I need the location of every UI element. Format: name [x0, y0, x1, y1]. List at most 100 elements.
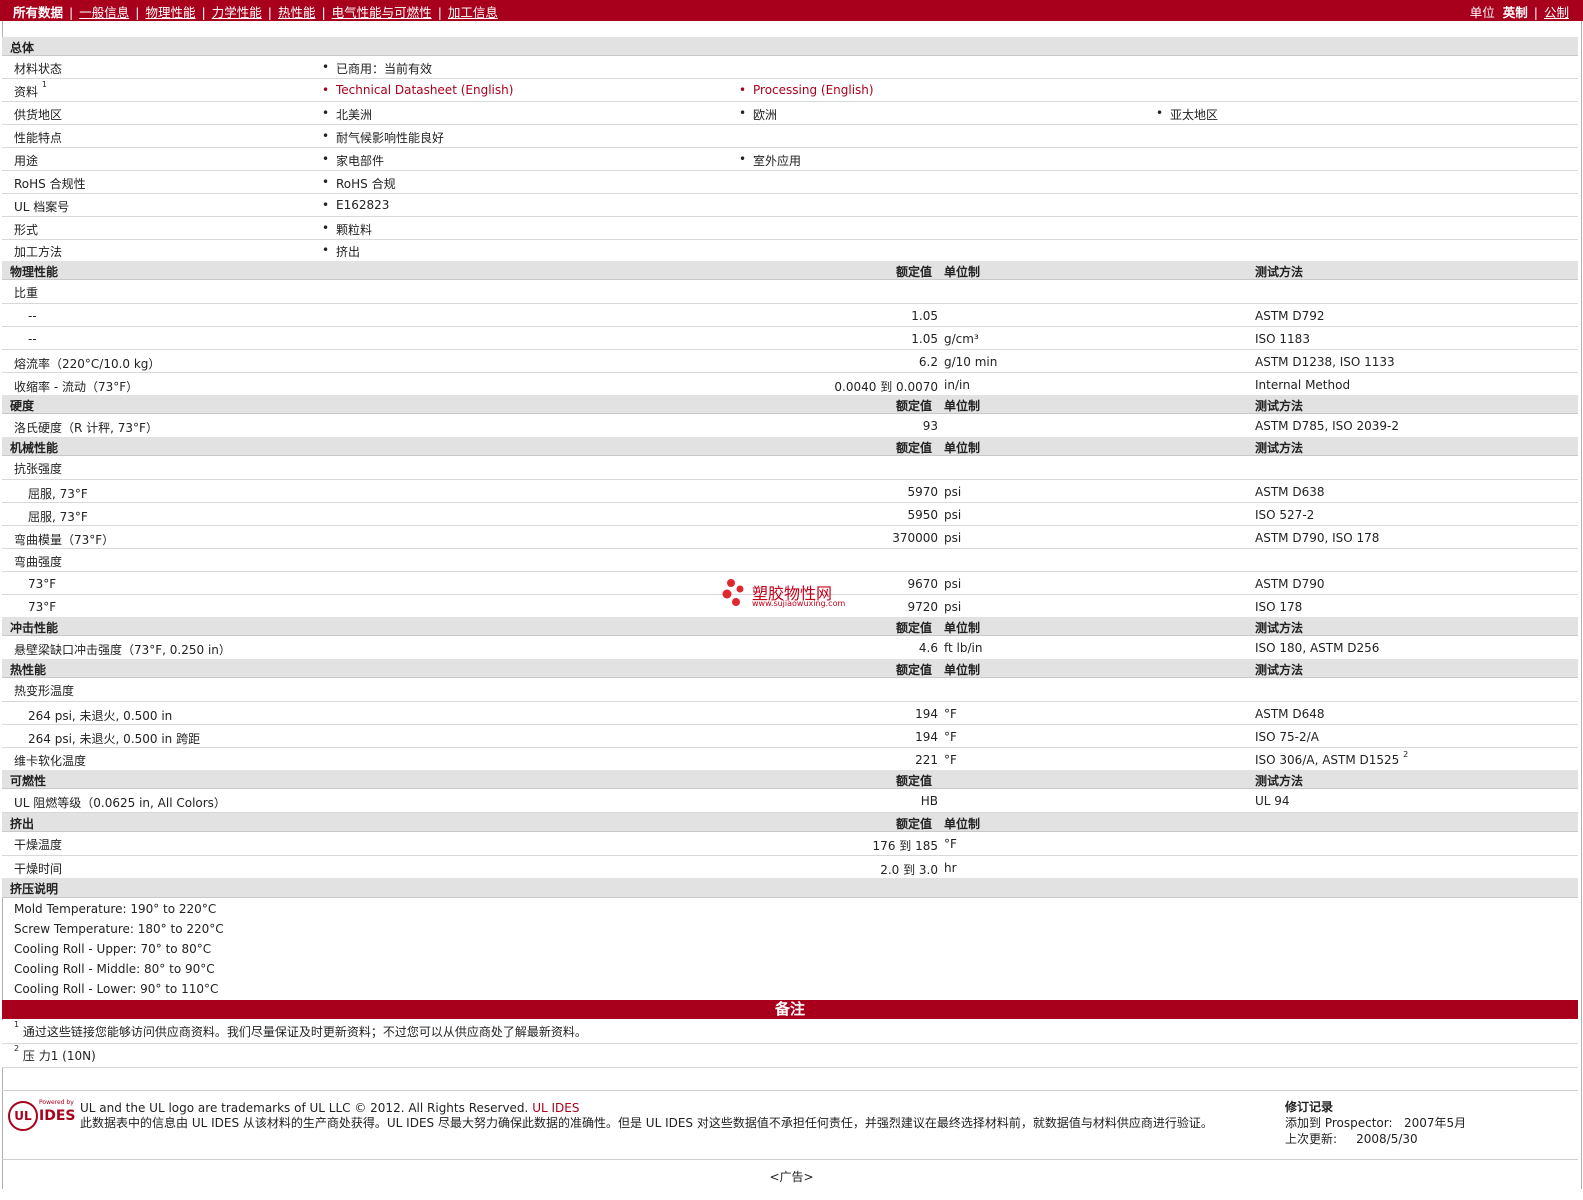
notes-header: 备注: [2, 1000, 1578, 1019]
property-method: UL 94: [1255, 794, 1290, 808]
powered-by-label: Powered by: [39, 1099, 74, 1106]
footer-text: UL and the UL logo are trademarks of UL …: [80, 1101, 1260, 1131]
section-title: 挤压说明: [10, 882, 59, 896]
nav-general-info[interactable]: 一般信息: [79, 5, 129, 20]
property-value: 176 到 185: [872, 839, 938, 853]
property-label: 屈服, 73°F: [28, 487, 88, 501]
property-value: 221: [915, 753, 938, 767]
unit-metric-link[interactable]: 公制: [1544, 5, 1569, 20]
property-label: UL 阻燃等级（0.0625 in, All Colors）: [14, 796, 226, 810]
extrusion-note-line: Cooling Roll - Upper: 70° to 80°C: [14, 942, 212, 956]
property-label: 悬壁梁缺口冲击强度（73°F, 0.250 in）: [14, 643, 231, 657]
row-label: 性能特点: [14, 131, 63, 145]
row-label: 资料 1: [14, 80, 47, 100]
nav-thermal[interactable]: 热性能: [278, 5, 316, 20]
section-title: 硬度: [10, 399, 35, 413]
row-label: 形式: [14, 223, 39, 237]
property-row: 比重: [2, 280, 1578, 304]
property-label: 比重: [14, 286, 39, 300]
property-label: 热变形温度: [14, 684, 75, 698]
property-method: ASTM D790: [1255, 577, 1325, 591]
property-method: ISO 75-2/A: [1255, 730, 1319, 744]
row-value: 北美洲: [322, 106, 372, 123]
section-title: 总体: [10, 41, 35, 55]
property-method: ASTM D792: [1255, 309, 1325, 323]
unit-english[interactable]: 英制: [1503, 5, 1528, 20]
property-label: 73°F: [28, 577, 57, 591]
ad-placeholder[interactable]: <广告>: [0, 1168, 1583, 1185]
footnote-row: 2 压 力1 (10N): [2, 1044, 1578, 1068]
section-header-physical: 物理性能 额定值 单位制 测试方法: [2, 261, 1578, 280]
row-label-text: 资料: [14, 85, 39, 99]
unit-switcher: 单位 英制 | 公制: [1469, 5, 1569, 20]
col-unit: 单位制: [944, 663, 981, 677]
section-header-general: 总体: [2, 37, 1578, 56]
col-nominal: 额定值: [896, 265, 933, 279]
property-row: 热变形温度: [2, 678, 1578, 702]
col-nominal: 额定值: [896, 817, 933, 831]
row-label: RoHS 合规性: [14, 177, 86, 191]
property-label: 熔流率（220°C/10.0 kg）: [14, 357, 161, 371]
revision-updated: 上次更新: 2008/5/30: [1285, 1131, 1466, 1147]
property-label: 弯曲模量（73°F）: [14, 533, 115, 547]
row-value: E162823: [322, 198, 389, 212]
nav-electrical-flammability[interactable]: 电气性能与可燃性: [332, 5, 432, 20]
row-value: 家电部件: [322, 152, 384, 169]
property-unit: °F: [944, 730, 957, 744]
property-label: 264 psi, 未退火, 0.500 in: [28, 709, 173, 723]
ul-ides-link[interactable]: UL IDES: [532, 1101, 579, 1115]
processing-link[interactable]: Processing (English): [739, 83, 874, 97]
page-footer: UL Powered by IDES UL and the UL logo ar…: [2, 1090, 1578, 1160]
section-header-extrusion-notes: 挤压说明: [2, 878, 1578, 898]
property-value: 194: [915, 730, 938, 744]
section-title: 可燃性: [10, 774, 47, 788]
footnote-ref[interactable]: 1: [42, 80, 47, 89]
col-method: 测试方法: [1255, 265, 1304, 279]
footnote-text: 通过这些链接您能够访问供应商资料。我们尽量保证及时更新资料；不过您可以从供应商处…: [22, 1025, 587, 1039]
footnote-ref[interactable]: 2: [1403, 750, 1408, 759]
nav-mechanical[interactable]: 力学性能: [212, 5, 262, 20]
row-label: UL 档案号: [14, 200, 70, 214]
property-label: 干燥温度: [14, 838, 63, 852]
footnote-number: 2: [14, 1044, 20, 1053]
property-unit: psi: [944, 485, 962, 499]
col-method: 测试方法: [1255, 399, 1304, 413]
property-value: 4.6: [918, 641, 938, 655]
section-header-extrusion: 挤出 额定值 单位制: [2, 813, 1578, 832]
added-value: 2007年5月: [1403, 1116, 1467, 1130]
property-value: 9670: [907, 577, 938, 591]
property-label: 抗张强度: [14, 462, 63, 476]
general-row: UL 档案号 E162823: [2, 194, 1578, 217]
nav-physical[interactable]: 物理性能: [145, 5, 195, 20]
row-value: 颗粒料: [322, 221, 372, 238]
property-label: --: [28, 332, 37, 346]
property-row: 264 psi, 未退火, 0.500 in 194 °F ASTM D648: [2, 702, 1578, 725]
row-label: 加工方法: [14, 245, 63, 259]
property-label: 收缩率 - 流动（73°F）: [14, 380, 139, 394]
property-row: 干燥温度 176 到 185 °F: [2, 832, 1578, 856]
footnote-text: 压 力1 (10N): [22, 1049, 96, 1063]
property-label: 维卡软化温度: [14, 754, 87, 768]
property-row: UL 阻燃等级（0.0625 in, All Colors） HB UL 94: [2, 789, 1578, 813]
col-nominal: 额定值: [896, 621, 933, 635]
property-row: 熔流率（220°C/10.0 kg） 6.2 g/10 min ASTM D12…: [2, 350, 1578, 373]
technical-datasheet-link[interactable]: Technical Datasheet (English): [322, 83, 513, 97]
property-method: ASTM D1238, ISO 1133: [1255, 355, 1395, 369]
section-header-hardness: 硬度 额定值 单位制 测试方法: [2, 395, 1578, 414]
general-row: 加工方法 挤出: [2, 240, 1578, 262]
footnote-number: 1: [14, 1020, 20, 1029]
property-method: ISO 306/A, ASTM D1525 2: [1255, 750, 1408, 767]
col-method: 测试方法: [1255, 441, 1304, 455]
nav-processing[interactable]: 加工信息: [448, 5, 498, 20]
property-label: --: [28, 309, 37, 323]
col-unit: 单位制: [944, 441, 981, 455]
general-row: 用途 家电部件 室外应用: [2, 148, 1578, 171]
property-method: ASTM D638: [1255, 485, 1325, 499]
nav-all-data[interactable]: 所有数据: [13, 5, 63, 20]
col-method: 测试方法: [1255, 663, 1304, 677]
row-label: 材料状态: [14, 62, 63, 76]
col-nominal: 额定值: [896, 399, 933, 413]
footnote-row: 1 通过这些链接您能够访问供应商资料。我们尽量保证及时更新资料；不过您可以从供应…: [2, 1020, 1578, 1044]
general-row: 性能特点 耐气候影响性能良好: [2, 125, 1578, 148]
ul-logo: UL: [8, 1101, 38, 1131]
